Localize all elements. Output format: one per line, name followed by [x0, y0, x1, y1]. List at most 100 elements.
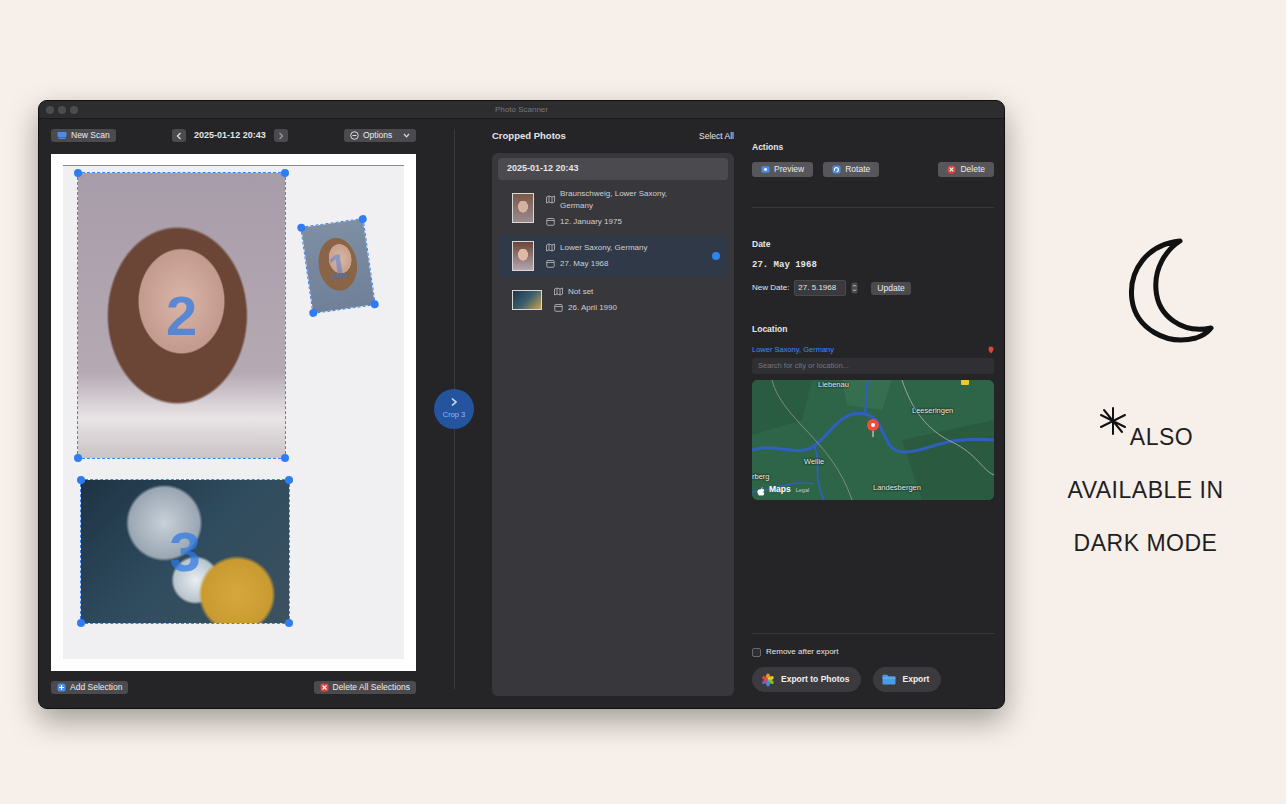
pin-icon[interactable] [988, 346, 994, 354]
remove-after-export-checkbox[interactable]: Remove after export [752, 646, 994, 658]
photo-selection[interactable]: 3 [80, 479, 290, 624]
photo-selection[interactable]: 1 [300, 218, 376, 314]
preview-icon [761, 165, 770, 174]
new-scan-label: New Scan [71, 131, 110, 140]
selection-handle[interactable] [77, 476, 85, 484]
delete-icon [947, 165, 956, 174]
options-dropdown[interactable]: Options [344, 129, 416, 142]
window-controls[interactable] [46, 106, 86, 114]
add-selection-label: Add Selection [70, 683, 122, 692]
delete-all-label: Delete All Selections [333, 683, 411, 692]
photos-icon [761, 673, 775, 687]
selection-handle[interactable] [281, 169, 289, 177]
rotate-button[interactable]: Rotate [823, 162, 879, 177]
location-search-field[interactable] [752, 358, 994, 373]
selected-dot [712, 296, 720, 304]
selection-number: 3 [169, 524, 200, 580]
selection-handle[interactable] [281, 454, 289, 462]
legal-link[interactable]: Legal [796, 486, 809, 494]
group-header: 2025-01-12 20:43 [498, 158, 728, 180]
cropped-photo-row[interactable]: Lower Saxony, Germany 27. May 1968 [498, 235, 728, 277]
cropped-photos-list: 2025-01-12 20:43 Braunschweig, Lower Saxo… [492, 153, 734, 696]
chevron-right-icon [450, 397, 458, 407]
map-place-label: rberg [752, 473, 770, 481]
update-button[interactable]: Update [871, 282, 910, 295]
calendar-icon [554, 303, 563, 312]
selection-handle[interactable] [285, 619, 293, 627]
selection-handle[interactable] [77, 619, 85, 627]
cropped-photo-row[interactable]: Braunschweig, Lower Saxony, Germany 12. J… [498, 183, 728, 233]
photo-info: Not set 26. April 1990 [554, 286, 700, 314]
photo-thumbnail [512, 193, 534, 223]
crop-label: Crop 3 [443, 409, 466, 420]
cropped-photo-row[interactable]: Not set 26. April 1990 [498, 279, 728, 321]
rotate-label: Rotate [845, 165, 870, 174]
date-line: 26. April 1990 [554, 302, 700, 314]
map-place-label: Leeseringen [912, 407, 953, 415]
selection-handle[interactable] [285, 476, 293, 484]
add-icon [57, 683, 66, 692]
next-scan-button[interactable] [274, 129, 288, 142]
location-line: Braunschweig, Lower Saxony, Germany [546, 188, 700, 212]
new-date-field[interactable] [794, 280, 846, 296]
promo-text: DARK MODE [1074, 526, 1218, 561]
map-place-label: Wellie [804, 458, 824, 466]
folder-icon [882, 674, 896, 685]
checkbox-box[interactable] [752, 648, 761, 657]
selected-dot [712, 204, 720, 212]
calendar-icon [546, 259, 555, 268]
selection-handle[interactable] [74, 169, 82, 177]
promo-text: AVAILABLE IN [1068, 473, 1224, 508]
location-map[interactable]: Maps Legal LiebenauLeeseringenWellieLand… [752, 380, 994, 500]
scan-date-nav: 2025-01-12 20:43 [172, 129, 288, 143]
preview-button[interactable]: Preview [752, 162, 813, 177]
photo-location: Not set [568, 286, 593, 298]
new-date-label: New Date: [752, 282, 789, 294]
options-icon [350, 131, 359, 140]
actions-title: Actions [752, 141, 994, 154]
map-place-label: Liebenau [818, 381, 849, 389]
map-icon [546, 195, 555, 204]
maps-logo: Maps Legal [757, 483, 809, 496]
delete-label: Delete [960, 165, 985, 174]
actions-bar: Preview Rotate Delete [752, 162, 994, 177]
date-line: 27. May 1968 [546, 258, 700, 270]
calendar-icon [546, 217, 555, 226]
photo-selection[interactable]: 2 [77, 172, 286, 459]
export-button[interactable]: Export [873, 667, 941, 692]
photo-location: Lower Saxony, Germany [560, 242, 647, 254]
photo-date: 12. January 1975 [560, 216, 622, 228]
rotate-icon [832, 165, 841, 174]
apple-icon [757, 487, 765, 496]
location-link[interactable]: Lower Saxony, Germany [752, 344, 834, 355]
chevron-down-icon [403, 133, 410, 138]
details-panel: Actions PreviewRotateDelete Date 27. May… [752, 119, 1005, 708]
crop-button[interactable]: Crop 3 [434, 389, 474, 429]
chevron-left-icon [176, 132, 182, 140]
chevron-right-icon [278, 132, 284, 140]
new-scan-button[interactable]: New Scan [51, 129, 116, 142]
update-label: Update [877, 284, 904, 293]
scan-canvas[interactable]: 21 3 [51, 154, 416, 671]
photo-date: 27. May 1968 [752, 259, 994, 273]
remove-after-export-label: Remove after export [766, 646, 838, 658]
stepper-icon[interactable] [851, 282, 858, 294]
panel-divider: Crop 3 [434, 119, 474, 708]
photo-thumbnail [512, 290, 542, 310]
trash-icon [320, 683, 329, 692]
promo-line: AVAILABLE IN [1068, 473, 1224, 526]
scan-date: 2025-01-12 20:43 [194, 129, 266, 143]
cropped-photos-panel: Cropped Photos Select All 2025-01-12 20:… [474, 119, 752, 708]
promo-text: ALSO [1130, 420, 1193, 455]
photo-info: Lower Saxony, Germany 27. May 1968 [546, 242, 700, 270]
delete-all-selections-button[interactable]: Delete All Selections [314, 681, 417, 694]
select-all-button[interactable]: Select All [699, 130, 734, 143]
selection-handle[interactable] [74, 454, 82, 462]
scan-panel: New Scan 2025-01-12 20:43 Options [39, 119, 434, 708]
previous-scan-button[interactable] [172, 129, 186, 142]
map-pin-icon[interactable] [866, 418, 880, 438]
add-selection-button[interactable]: Add Selection [51, 681, 128, 694]
delete-button[interactable]: Delete [938, 162, 994, 177]
export-to-photos-button[interactable]: Export to Photos [752, 667, 861, 692]
export-label: Export to Photos [781, 673, 849, 686]
